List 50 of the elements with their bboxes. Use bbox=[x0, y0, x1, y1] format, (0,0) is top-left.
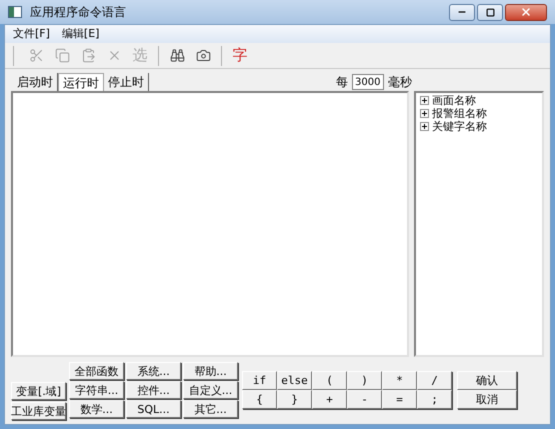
function-button[interactable]: SQL... bbox=[126, 400, 181, 418]
operator-button[interactable]: / bbox=[417, 371, 452, 390]
operator-button[interactable]: = bbox=[382, 390, 417, 409]
camera-icon bbox=[196, 48, 210, 63]
dialog-button[interactable]: 取消 bbox=[457, 390, 517, 409]
interval-unit: 毫秒 bbox=[388, 74, 412, 91]
plus-icon[interactable] bbox=[420, 109, 429, 118]
interval-field[interactable]: 3000 bbox=[352, 74, 384, 90]
interval-prefix: 每 bbox=[336, 74, 348, 91]
operator-button[interactable]: } bbox=[277, 390, 312, 409]
operator-button[interactable]: { bbox=[242, 390, 277, 409]
function-button[interactable]: 其它... bbox=[183, 400, 238, 418]
function-button[interactable]: 数学... bbox=[69, 400, 124, 418]
tab[interactable]: 运行时 bbox=[58, 73, 104, 91]
toolbar-text-button[interactable]: 字 bbox=[228, 44, 252, 68]
operator-button[interactable]: if bbox=[242, 371, 277, 390]
dialog-button[interactable]: 确认 bbox=[457, 371, 517, 390]
function-button[interactable]: 帮助... bbox=[183, 362, 238, 380]
plus-icon[interactable] bbox=[420, 96, 429, 105]
operator-button[interactable]: - bbox=[347, 390, 382, 409]
variable-button[interactable]: 工业库变量 bbox=[11, 402, 66, 420]
close-icon bbox=[520, 6, 532, 18]
copy-icon bbox=[54, 48, 70, 63]
minimize-button[interactable] bbox=[449, 4, 475, 20]
maximize-button[interactable] bbox=[477, 4, 503, 20]
function-button[interactable]: 控件... bbox=[126, 381, 181, 399]
close-button[interactable] bbox=[505, 4, 547, 20]
operator-button[interactable]: ( bbox=[312, 371, 347, 390]
function-button[interactable]: 全部函数 bbox=[69, 362, 124, 380]
scissors-icon bbox=[28, 48, 44, 63]
menu-item[interactable]: 文件[F] bbox=[13, 26, 50, 42]
operator-button[interactable]: ) bbox=[347, 371, 382, 390]
function-button[interactable]: 字符串... bbox=[69, 381, 124, 399]
plus-icon[interactable] bbox=[420, 122, 429, 131]
menu-item[interactable]: 编辑[E] bbox=[62, 26, 100, 42]
app-icon bbox=[8, 6, 22, 18]
operator-button[interactable]: + bbox=[312, 390, 347, 409]
function-button[interactable]: 自定义... bbox=[183, 381, 238, 399]
function-button[interactable]: 系统... bbox=[126, 362, 181, 380]
tree-item[interactable]: 报警组名称 bbox=[432, 108, 487, 119]
tree-item[interactable]: 关键字名称 bbox=[432, 121, 487, 132]
maximize-icon bbox=[486, 8, 494, 16]
operator-button[interactable]: ; bbox=[417, 390, 452, 409]
operator-button[interactable]: else bbox=[277, 371, 312, 390]
tree-item[interactable]: 画面名称 bbox=[432, 95, 476, 106]
binoculars-icon bbox=[170, 48, 184, 63]
window-title: 应用程序命令语言 bbox=[30, 4, 126, 21]
variable-button[interactable]: 变量[.域] bbox=[11, 382, 66, 400]
operator-button[interactable]: * bbox=[382, 371, 417, 390]
clipboard-icon bbox=[80, 48, 96, 63]
